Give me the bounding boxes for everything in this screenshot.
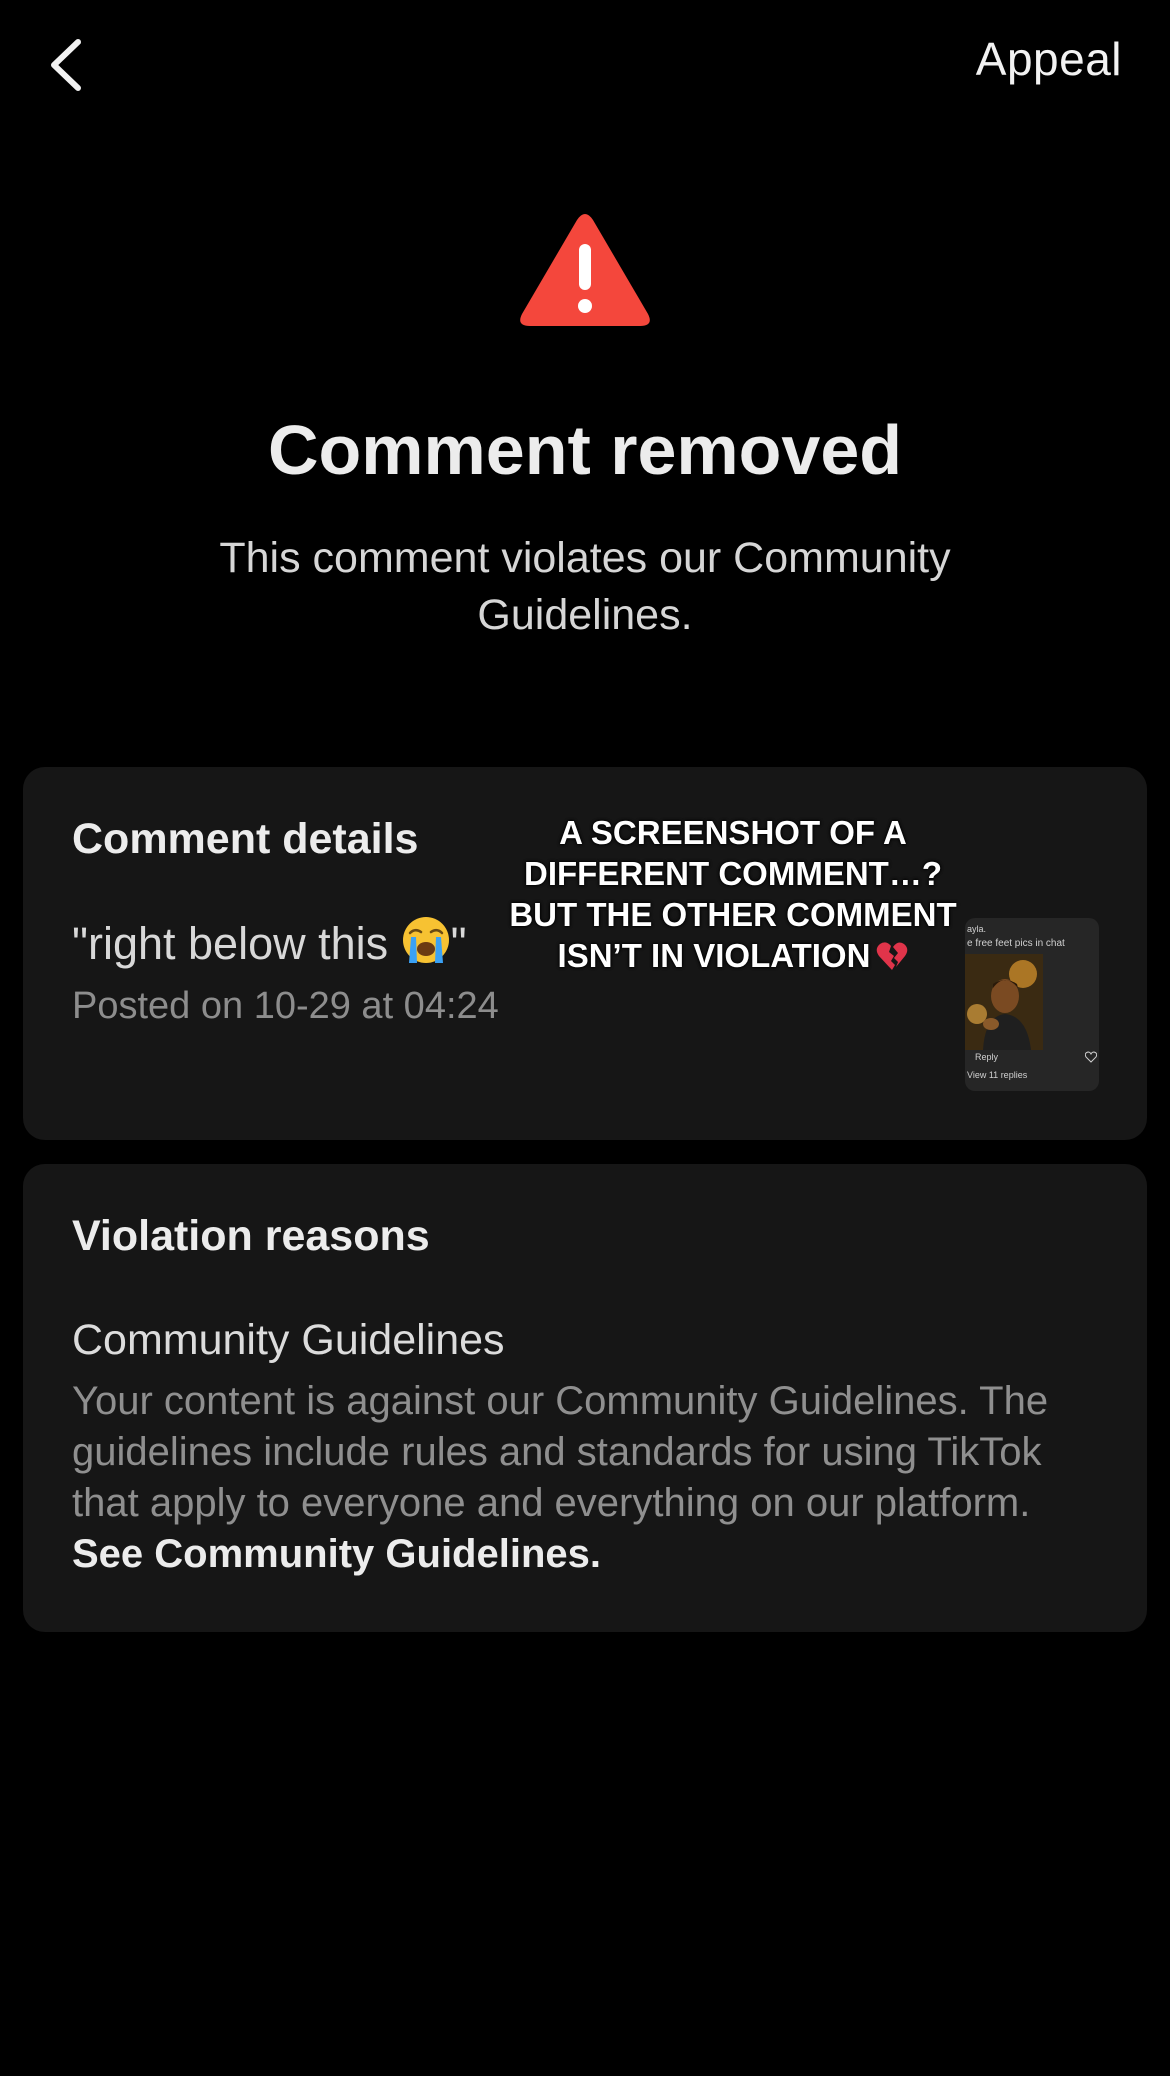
broken-heart-icon (877, 942, 908, 970)
violation-reasons-card: Violation reasons Community Guidelines Y… (23, 1164, 1147, 1632)
see-community-guidelines-link[interactable]: See Community Guidelines. (72, 1532, 601, 1576)
comment-thumbnail[interactable]: ayla. e free feet pics in chat Reply Vie… (965, 918, 1099, 1091)
thumb-view-replies: View 11 replies (967, 1070, 1028, 1080)
overlay-caption: A SCREENSHOT OF A DIFFERENT COMMENT…? BU… (503, 812, 963, 976)
back-button[interactable] (40, 28, 110, 98)
top-bar: Appeal (0, 0, 1170, 130)
page-subtitle: This comment violates our Community Guid… (219, 534, 951, 639)
loudly-crying-face-emoji-icon (402, 917, 449, 963)
guideline-body: Your content is against our Community Gu… (72, 1376, 1112, 1580)
thumb-photo-image (965, 954, 1043, 1050)
guideline-body-text: Your content is against our Community Gu… (72, 1379, 1049, 1525)
thumb-username: ayla. (967, 924, 987, 934)
comment-text-prefix: "right below this (72, 918, 401, 969)
comment-text: "right below this " (72, 915, 467, 970)
comment-details-heading: Comment details (72, 815, 419, 863)
page-title: Comment removed (267, 411, 903, 489)
thumb-heart-icon (1085, 1051, 1097, 1063)
violation-reasons-heading: Violation reasons (72, 1212, 430, 1260)
warning-triangle-icon (520, 214, 650, 326)
guideline-title: Community Guidelines (72, 1316, 505, 1364)
posted-timestamp: Posted on 10-29 at 04:24 (72, 985, 499, 1027)
thumb-comment-text: e free feet pics in chat (967, 938, 1065, 949)
chevron-left-icon (51, 39, 81, 91)
comment-text-suffix: " (450, 918, 467, 969)
appeal-button[interactable]: Appeal (976, 32, 1122, 86)
thumb-reply-link: Reply (975, 1052, 999, 1062)
comment-details-card: Comment details "right below this " Post… (23, 767, 1147, 1140)
